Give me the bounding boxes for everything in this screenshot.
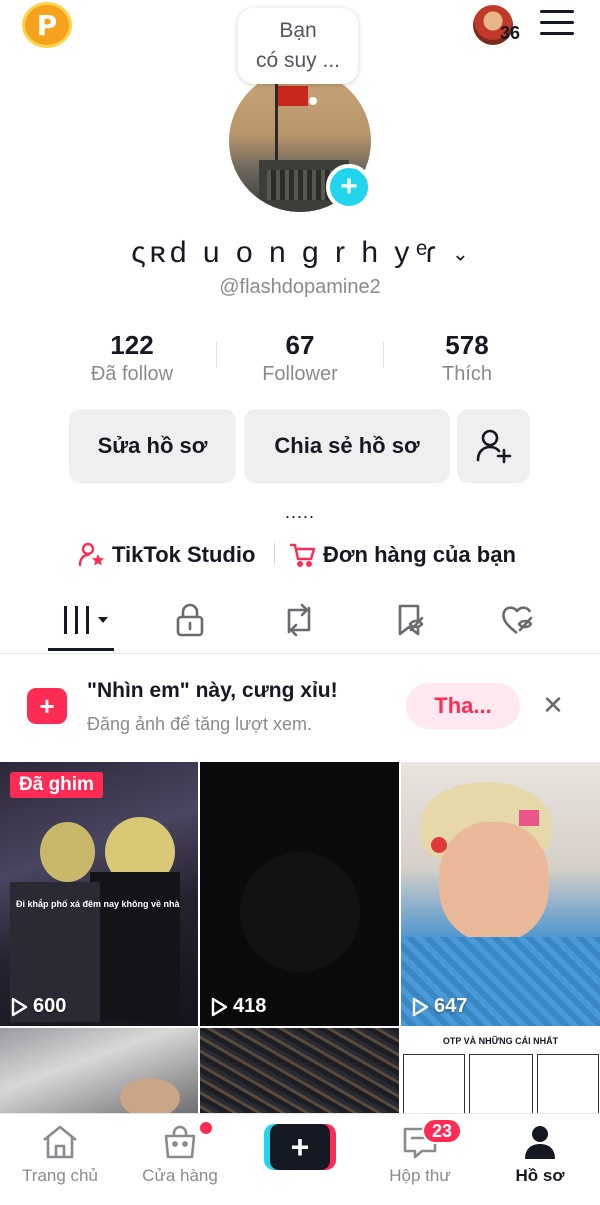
close-icon[interactable]: ✕ [538, 690, 568, 720]
note-bubble[interactable]: Bạn có suy ... [238, 8, 358, 84]
repost-icon [287, 603, 311, 637]
display-name[interactable]: ςʀd u o n g r h y ͤɾ ⌄ [0, 236, 600, 270]
tab-reposts[interactable] [269, 600, 329, 640]
plus-icon: + [270, 1124, 330, 1170]
nav-label: Cửa hàng [142, 1166, 218, 1185]
tab-saved[interactable] [380, 600, 440, 640]
stat-following[interactable]: 122 Đã follow [52, 330, 212, 386]
view-count: 600 [10, 995, 66, 1018]
stat-label: Thích [441, 363, 493, 385]
nav-label: Hộp thư [389, 1166, 451, 1185]
shop-notification-dot [200, 1122, 212, 1134]
play-icon [412, 997, 429, 1016]
video-caption: Đi khắp phố xá đêm nay không về nhà [16, 899, 180, 909]
add-story-button[interactable]: + [326, 164, 372, 210]
add-friend-button[interactable] [457, 409, 530, 483]
nav-label: Hồ sơ [515, 1166, 565, 1185]
note-line-1: Bạn [279, 19, 317, 42]
inbox-badge: 23 [422, 1118, 462, 1144]
add-person-icon [476, 429, 511, 464]
person-icon [525, 1126, 555, 1159]
promo-title: "Nhìn em" này, cưng xỉu! [87, 679, 338, 702]
lock-icon [176, 603, 204, 637]
video-tile[interactable]: OTP VÀ NHỮNG CÁI NHẤT [401, 1028, 600, 1114]
note-line-2: có suy ... [255, 49, 341, 72]
active-tab-indicator [48, 648, 114, 651]
username: @flashdopamine2 [219, 276, 381, 298]
stat-label: Follower [262, 363, 338, 385]
nav-home[interactable]: Trang chủ [0, 1124, 120, 1186]
photo-plus-icon: + [27, 688, 67, 724]
stat-followers[interactable]: 67 Follower [220, 330, 380, 386]
nav-label: Trang chủ [22, 1166, 98, 1185]
video-tile[interactable] [0, 1028, 198, 1114]
tab-private[interactable] [160, 600, 220, 640]
tab-videos[interactable] [52, 600, 112, 640]
stat-value: 578 [445, 330, 489, 360]
points-badge[interactable]: P [22, 2, 72, 48]
points-letter: P [36, 8, 58, 42]
create-button[interactable]: + [264, 1124, 336, 1170]
display-name-text: ςʀd u o n g r h y ͤɾ [131, 236, 440, 269]
studio-label: TikTok Studio [112, 542, 256, 567]
chevron-down-icon: ⌄ [452, 243, 469, 266]
shopping-bag-icon [164, 1125, 196, 1159]
orders-label: Đơn hàng của bạn [323, 542, 516, 567]
bookmark-hidden-icon [398, 604, 424, 636]
cart-icon [289, 543, 316, 568]
promo-action-button[interactable]: Tha... [406, 683, 520, 729]
tabs-divider [0, 653, 600, 654]
stat-divider [383, 342, 384, 368]
menu-icon[interactable] [540, 10, 574, 36]
video-title: OTP VÀ NHỮNG CÁI NHẤT [442, 1036, 559, 1046]
nav-shop[interactable]: Cửa hàng [120, 1124, 240, 1186]
studio-icon [78, 542, 104, 567]
orders-link[interactable]: Đơn hàng của bạn [289, 539, 516, 571]
share-profile-button[interactable]: Chia sẻ hồ sơ [244, 409, 450, 483]
play-icon [11, 997, 28, 1016]
video-tile[interactable]: Đã ghim Đi khắp phố xá đêm nay không về … [0, 762, 198, 1026]
edit-profile-button[interactable]: Sửa hồ sơ [69, 409, 236, 483]
stat-likes[interactable]: 578 Thích [387, 330, 547, 386]
home-icon [43, 1125, 77, 1159]
video-tile[interactable]: 418 [200, 762, 399, 1026]
view-count: 418 [210, 995, 266, 1018]
shortcut-divider [274, 543, 275, 565]
stat-divider [216, 342, 217, 368]
tiktok-studio-link[interactable]: TikTok Studio [78, 539, 255, 571]
nav-profile[interactable]: Hồ sơ [480, 1124, 600, 1186]
stat-label: Đã follow [90, 363, 174, 385]
pinned-badge: Đã ghim [10, 772, 103, 798]
bubble-tail [309, 97, 317, 105]
video-tile[interactable] [200, 1028, 399, 1114]
nav-inbox[interactable]: Hộp thư [360, 1124, 480, 1186]
promo-subtitle: Đăng ảnh để tăng lượt xem. [87, 714, 312, 734]
tab-liked[interactable] [489, 600, 549, 640]
stat-value: 67 [285, 330, 315, 360]
stat-value: 122 [110, 330, 154, 360]
heart-hidden-icon [502, 606, 533, 635]
play-icon [211, 997, 228, 1016]
view-count: 647 [411, 995, 467, 1018]
video-tile[interactable]: 647 [401, 762, 600, 1026]
grid-icon [64, 606, 108, 634]
friend-count: 36 [500, 23, 521, 43]
bio-placeholder[interactable]: ..... [0, 502, 600, 523]
